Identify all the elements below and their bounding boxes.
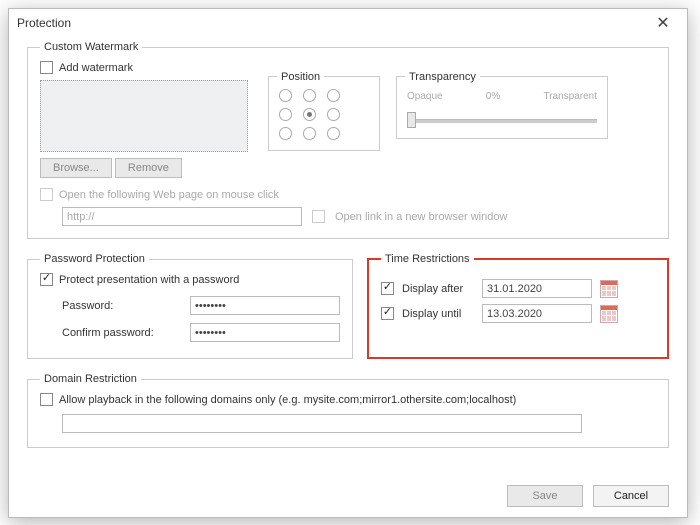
password-protection-group: Password Protection Protect presentation… <box>27 253 353 359</box>
position-radio-tl[interactable] <box>279 89 292 102</box>
position-group: Position <box>268 76 380 151</box>
display-until-calendar-icon[interactable] <box>600 305 618 323</box>
domain-list-input[interactable] <box>62 414 582 433</box>
dialog-footer: Save Cancel <box>507 485 669 507</box>
domain-restriction-legend: Domain Restriction <box>40 373 141 385</box>
protection-dialog: Protection ✕ Custom Watermark Add waterm… <box>8 8 688 518</box>
titlebar: Protection ✕ <box>9 9 687 37</box>
transparency-legend: Transparency <box>405 71 480 83</box>
display-until-input[interactable] <box>482 304 592 323</box>
allow-playback-label: Allow playback in the following domains … <box>59 394 516 406</box>
display-after-label: Display after <box>402 283 474 295</box>
domain-restriction-group: Domain Restriction Allow playback in the… <box>27 373 669 448</box>
password-protection-legend: Password Protection <box>40 253 149 265</box>
close-icon[interactable]: ✕ <box>647 13 679 33</box>
open-web-checkbox[interactable] <box>40 188 53 201</box>
display-until-label: Display until <box>402 308 474 320</box>
transparency-right-label: Transparent <box>543 91 597 102</box>
confirm-password-label: Confirm password: <box>62 327 182 339</box>
protect-password-checkbox[interactable] <box>40 273 53 286</box>
cancel-button[interactable]: Cancel <box>593 485 669 507</box>
browse-button[interactable]: Browse... <box>40 158 112 178</box>
protect-password-label: Protect presentation with a password <box>59 274 239 286</box>
position-legend: Position <box>277 71 324 83</box>
remove-button[interactable]: Remove <box>115 158 182 178</box>
custom-watermark-group: Custom Watermark Add watermark Browse...… <box>27 41 669 239</box>
web-url-input[interactable] <box>62 207 302 226</box>
window-title: Protection <box>17 16 71 30</box>
password-label: Password: <box>62 300 182 312</box>
display-until-checkbox[interactable] <box>381 307 394 320</box>
position-radio-bl[interactable] <box>279 127 292 140</box>
display-after-calendar-icon[interactable] <box>600 280 618 298</box>
position-radio-tr[interactable] <box>327 89 340 102</box>
display-after-checkbox[interactable] <box>381 282 394 295</box>
open-new-window-checkbox[interactable] <box>312 210 325 223</box>
open-web-label: Open the following Web page on mouse cli… <box>59 189 279 201</box>
add-watermark-checkbox[interactable] <box>40 61 53 74</box>
add-watermark-label: Add watermark <box>59 62 133 74</box>
position-radio-mr[interactable] <box>327 108 340 121</box>
confirm-password-input[interactable] <box>190 323 340 342</box>
transparency-slider-thumb[interactable] <box>407 112 416 128</box>
position-radio-bc[interactable] <box>303 127 316 140</box>
allow-playback-checkbox[interactable] <box>40 393 53 406</box>
position-radio-tc[interactable] <box>303 89 316 102</box>
position-radio-br[interactable] <box>327 127 340 140</box>
save-button[interactable]: Save <box>507 485 583 507</box>
custom-watermark-legend: Custom Watermark <box>40 41 142 53</box>
open-new-window-label: Open link in a new browser window <box>335 211 507 223</box>
transparency-left-label: Opaque <box>407 91 443 102</box>
transparency-slider[interactable] <box>407 112 597 128</box>
position-radio-mc[interactable] <box>303 108 316 121</box>
display-after-input[interactable] <box>482 279 592 298</box>
transparency-group: Transparency Opaque 0% Transparent <box>396 76 608 139</box>
position-radio-ml[interactable] <box>279 108 292 121</box>
transparency-mid-label: 0% <box>486 91 500 102</box>
time-restrictions-legend: Time Restrictions <box>381 253 474 265</box>
password-input[interactable] <box>190 296 340 315</box>
watermark-preview <box>40 80 248 152</box>
time-restrictions-group: Time Restrictions Display after Display … <box>367 253 669 359</box>
